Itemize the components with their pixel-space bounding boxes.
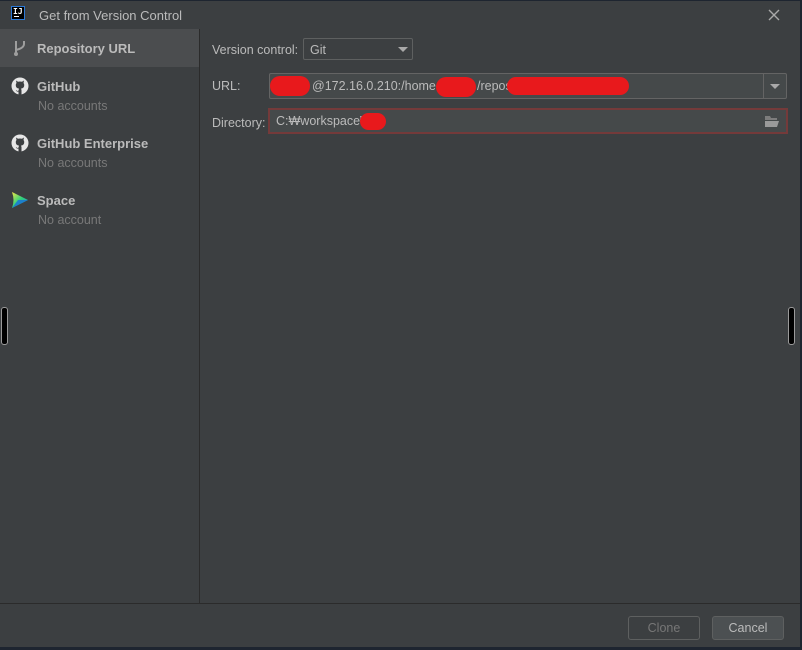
version-control-dropdown[interactable]: Git <box>303 38 413 60</box>
redaction-mark <box>270 76 310 96</box>
redaction-mark <box>360 113 386 130</box>
github-icon <box>11 134 29 152</box>
url-host-text: @172.16.0.210:/home <box>312 79 436 93</box>
branch-icon <box>14 41 25 56</box>
space-icon <box>12 192 28 208</box>
sidebar-item-repository-url[interactable]: Repository URL <box>0 29 199 67</box>
folder-open-icon[interactable] <box>764 115 780 128</box>
redaction-mark <box>507 77 629 95</box>
sidebar-item-label: GitHub <box>37 79 81 94</box>
sidebar-item-label: Space <box>37 193 76 208</box>
directory-label: Directory: <box>212 116 266 130</box>
chevron-down-icon <box>398 47 408 52</box>
title-bar: IJ Get from Version Control <box>0 0 800 29</box>
version-control-value: Git <box>310 43 326 57</box>
directory-value: C:₩workspace₩ <box>276 114 372 128</box>
window-title: Get from Version Control <box>39 8 183 23</box>
url-history-dropdown-icon[interactable] <box>770 84 780 89</box>
sidebar-item-label: Repository URL <box>37 41 136 56</box>
sidebar-item-space[interactable]: Space No account <box>0 181 199 238</box>
redaction-mark <box>436 77 476 97</box>
url-label: URL: <box>212 79 241 93</box>
dropdown-divider <box>763 74 764 98</box>
url-input[interactable]: @172.16.0.210:/home /repos <box>269 73 787 99</box>
app-logo-text: IJ <box>13 7 23 16</box>
cancel-button[interactable]: Cancel <box>712 616 784 640</box>
sidebar-item-label: GitHub Enterprise <box>37 136 149 151</box>
sidebar-item-github-enterprise[interactable]: GitHub Enterprise No accounts <box>0 124 199 181</box>
sidebar-item-account-status: No account <box>38 213 102 227</box>
sidebar-item-account-status: No accounts <box>38 156 108 170</box>
version-control-label: Version control: <box>212 43 299 57</box>
sidebar-resize-handle[interactable] <box>1 307 8 345</box>
sidebar-item-github[interactable]: GitHub No accounts <box>0 67 199 124</box>
sidebar-item-account-status: No accounts <box>38 99 108 113</box>
right-resize-handle[interactable] <box>788 307 795 345</box>
dialog-footer: Clone Cancel <box>0 603 800 648</box>
directory-input[interactable]: C:₩workspace₩ <box>268 108 788 134</box>
intellij-logo-icon: IJ <box>11 6 25 20</box>
clone-button[interactable]: Clone <box>628 616 700 640</box>
close-icon[interactable] <box>766 7 782 23</box>
sidebar: Repository URL GitHub No accounts GitHub… <box>0 29 200 603</box>
github-icon <box>11 77 29 95</box>
